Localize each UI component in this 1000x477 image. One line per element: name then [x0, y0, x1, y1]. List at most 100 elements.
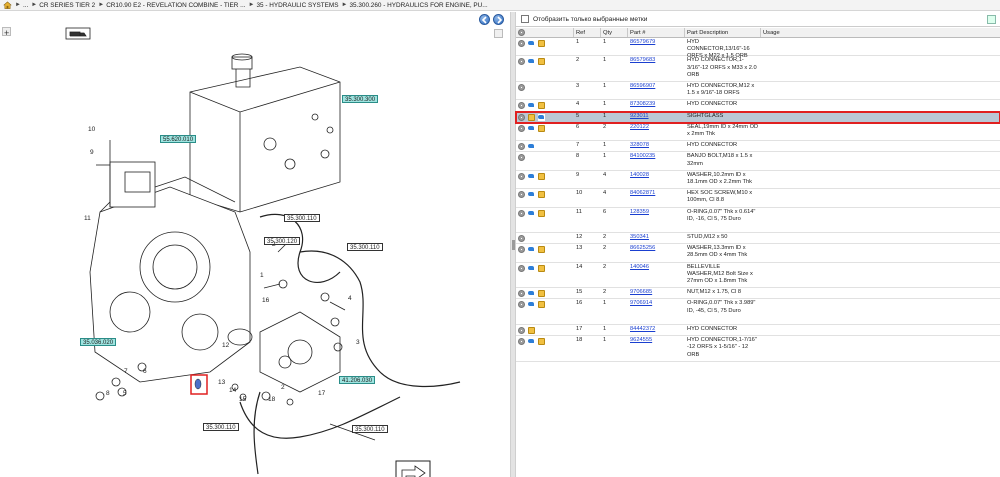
package-box-icon[interactable]	[538, 172, 545, 180]
callout-reference[interactable]: 35.300.120	[264, 237, 301, 245]
substitution-arrow-icon[interactable]	[528, 209, 535, 217]
table-row[interactable]: 17 1 84442372 HYD CONNECTOR	[516, 325, 1000, 337]
table-row[interactable]: 11 6 128359 O-RING,0.07" Thk x 0.614" ID, -…	[516, 208, 1000, 234]
callout-reference[interactable]: 41.206.030	[339, 376, 376, 384]
header-part-description[interactable]: Part Description	[685, 28, 761, 37]
info-icon[interactable]	[518, 290, 525, 298]
table-row[interactable]: 7 1 328078 HYD CONNECTOR	[516, 141, 1000, 153]
part-number-label[interactable]: 4	[348, 295, 352, 302]
header-part-number[interactable]: Part #	[628, 28, 685, 37]
info-icon[interactable]	[518, 246, 525, 254]
part-number-link[interactable]: 84442372	[630, 326, 655, 332]
part-number-link[interactable]: 84062871	[630, 190, 655, 196]
part-number-label[interactable]: 2	[281, 384, 285, 391]
table-row[interactable]: 2 1 86579683 HYD CONNECTOR,1-3/16"-12 ORFS …	[516, 56, 1000, 82]
info-icon[interactable]	[518, 209, 525, 217]
info-icon[interactable]	[518, 124, 525, 132]
header-usage[interactable]: Usage	[761, 28, 1000, 37]
package-box-icon[interactable]	[538, 301, 545, 309]
info-icon[interactable]	[518, 154, 525, 162]
package-box-icon[interactable]	[538, 264, 545, 272]
part-number-label[interactable]: 15	[239, 396, 246, 403]
part-number-label[interactable]: 12	[222, 342, 229, 349]
substitution-arrow-icon[interactable]	[528, 102, 535, 110]
export-icon[interactable]	[987, 15, 996, 24]
package-box-icon[interactable]	[538, 290, 545, 298]
table-row[interactable]: 16 1 9706914 O-RING,0.07" Thk x 3.989" ID, …	[516, 299, 1000, 326]
breadcrumb-item-2[interactable]: CR10.90 E2 - REVELATION COMBINE - TIER .…	[106, 2, 245, 9]
info-icon[interactable]	[518, 143, 525, 151]
package-box-icon[interactable]	[538, 58, 545, 66]
package-box-icon[interactable]	[538, 209, 545, 217]
package-box-icon[interactable]	[538, 102, 545, 110]
package-box-icon[interactable]	[538, 338, 545, 346]
part-number-link[interactable]: 220122	[630, 124, 649, 130]
part-number-link[interactable]: 923011	[630, 113, 649, 119]
header-qty[interactable]: Qty	[601, 28, 628, 37]
callout-reference[interactable]: 35.300.110	[347, 243, 383, 251]
part-number-label[interactable]: 11	[84, 215, 91, 222]
table-row[interactable]: 6 2 220122 SEAL,19mm ID x 24mm OD x 2mm Thk	[516, 123, 1000, 142]
table-row[interactable]: 14 2 140046 BELLEVILLE WASHER,M12 Bolt Size…	[516, 263, 1000, 289]
part-number-link[interactable]: 328078	[630, 142, 649, 148]
info-icon[interactable]	[518, 83, 525, 91]
package-box-icon[interactable]	[538, 124, 545, 132]
package-box-icon[interactable]	[538, 40, 545, 47]
package-box-icon[interactable]	[538, 191, 545, 199]
info-icon[interactable]	[518, 102, 525, 110]
part-number-link[interactable]: 350341	[630, 234, 649, 240]
substitution-arrow-icon[interactable]	[528, 264, 535, 272]
info-icon[interactable]	[518, 338, 525, 346]
part-number-link[interactable]: 87308239	[630, 101, 655, 107]
part-number-label[interactable]: 17	[318, 390, 325, 397]
table-row[interactable]: 18 1 9624555 HYD CONNECTOR,1-7/16" -12 ORFS…	[516, 336, 1000, 362]
package-box-icon[interactable]	[538, 246, 545, 254]
part-number-label[interactable]: 3	[356, 339, 360, 346]
callout-reference[interactable]: 35.300.110	[203, 423, 239, 431]
table-row[interactable]: 12 2 350341 STUD,M12 x 50	[516, 233, 1000, 245]
part-number-label[interactable]: 10	[88, 126, 95, 133]
show-selected-only-label[interactable]: Отобразить только выбранные метки	[533, 16, 647, 23]
table-row[interactable]: 1 1 86579679 HYD CONNECTOR,13/16"-16 ORFS x…	[516, 38, 1000, 59]
part-number-link[interactable]: 140028	[630, 172, 649, 178]
substitution-arrow-icon[interactable]	[528, 301, 535, 309]
info-icon[interactable]	[518, 172, 525, 180]
part-number-link[interactable]: 9706685	[630, 289, 652, 295]
part-number-label[interactable]: 8	[106, 390, 110, 397]
table-row[interactable]: 13 2 86625256 WASHER,13.3mm ID x 28.5mm OD …	[516, 244, 1000, 263]
callout-reference[interactable]: 35.300.300	[342, 95, 379, 103]
table-row[interactable]: 9 4 140028 WASHER,10.2mm ID x 18.1mm OD x 2…	[516, 171, 1000, 190]
info-icon[interactable]	[518, 264, 525, 272]
substitution-arrow-icon[interactable]	[528, 290, 535, 298]
part-number-link[interactable]: 84100235	[630, 153, 655, 159]
info-icon[interactable]	[518, 40, 525, 47]
substitution-arrow-icon[interactable]	[528, 191, 535, 199]
show-selected-only-checkbox[interactable]	[521, 15, 529, 23]
part-number-label[interactable]: 6	[143, 368, 147, 375]
callout-reference[interactable]: 35.036.020	[80, 338, 117, 346]
package-box-icon[interactable]	[528, 327, 535, 335]
callout-reference[interactable]: 35.300.110	[352, 425, 388, 433]
part-number-link[interactable]: 9624555	[630, 337, 652, 343]
part-number-label[interactable]: 2	[272, 241, 276, 248]
substitution-arrow-icon[interactable]	[538, 113, 545, 121]
part-number-link[interactable]: 140046	[630, 264, 649, 270]
substitution-arrow-icon[interactable]	[528, 40, 535, 47]
table-row[interactable]: 4 1 87308239 HYD CONNECTOR	[516, 100, 1000, 112]
part-number-link[interactable]: 86579683	[630, 57, 655, 63]
info-icon[interactable]	[518, 113, 525, 121]
info-icon[interactable]	[518, 301, 525, 309]
info-icon[interactable]	[518, 191, 525, 199]
table-row[interactable]: 10 4 84062871 HEX SOC SCREW,M10 x 100mm, Cl…	[516, 189, 1000, 208]
breadcrumb-item-4[interactable]: 35.300.260 - HYDRAULICS FOR ENGINE, PU..…	[349, 2, 487, 9]
part-number-label[interactable]: 13	[218, 379, 225, 386]
part-number-label[interactable]: 9	[90, 149, 94, 156]
part-number-link[interactable]: 9706914	[630, 300, 652, 306]
table-row[interactable]: 8 1 84100235 BANJO BOLT,M18 x 1.5 x 32mm	[516, 152, 1000, 171]
part-number-link[interactable]: 86625256	[630, 245, 655, 251]
info-icon[interactable]	[518, 58, 525, 66]
part-number-label[interactable]: 18	[268, 396, 275, 403]
table-row[interactable]: 5 1 923011 SIGHTGLASS	[515, 110, 1000, 124]
part-number-link[interactable]: 128359	[630, 209, 649, 215]
splitter-grip-icon[interactable]	[512, 240, 515, 250]
